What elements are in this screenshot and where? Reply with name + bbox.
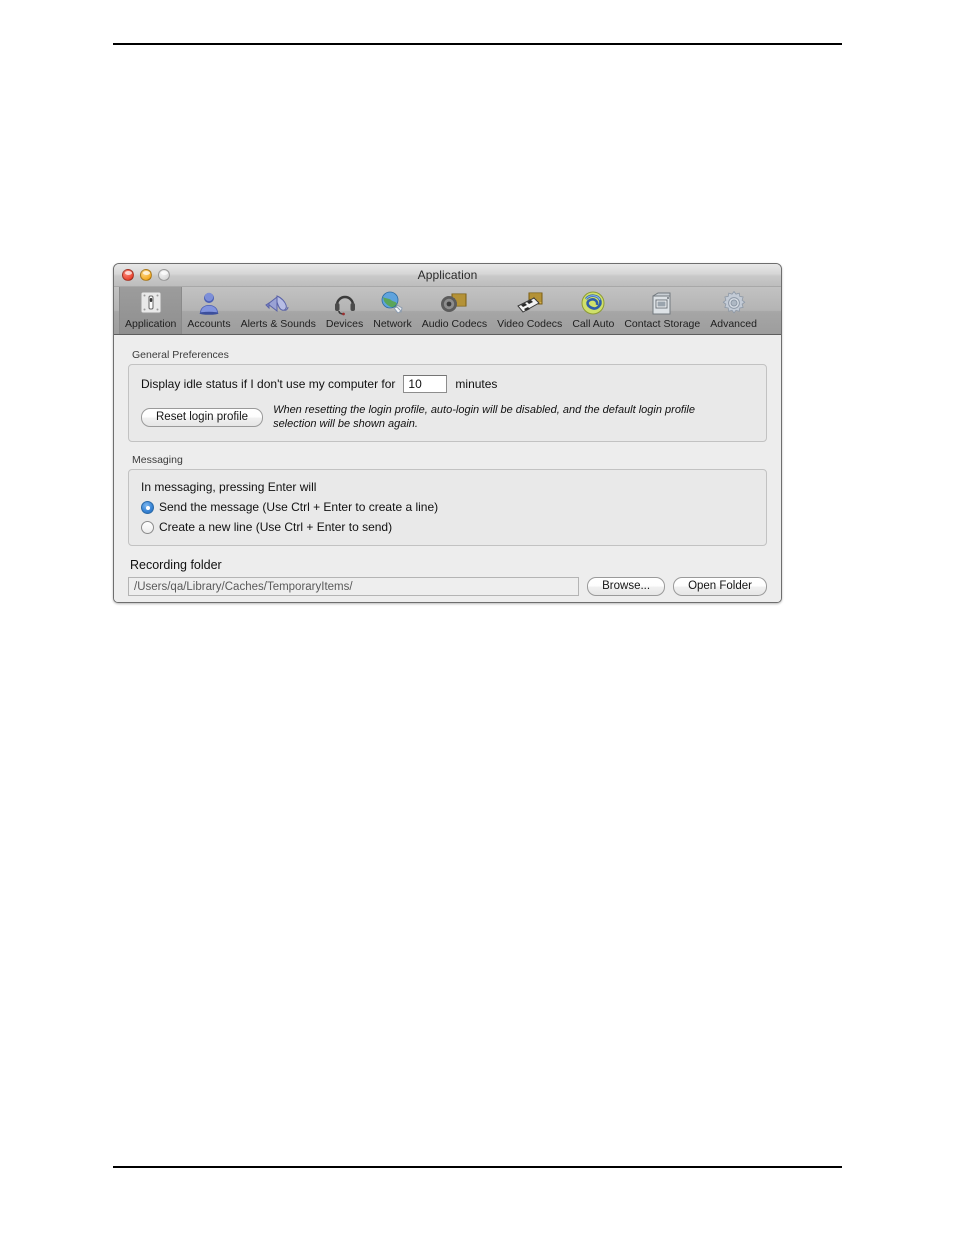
preferences-content: General Preferences Display idle status … [114, 335, 781, 602]
close-traffic-light[interactable] [122, 269, 134, 281]
radio-send-message-label: Send the message (Use Ctrl + Enter to cr… [159, 500, 439, 514]
radio-create-new-line[interactable] [141, 521, 154, 534]
messaging-group: Messaging In messaging, pressing Enter w… [128, 454, 767, 546]
toolbar-label-audio-codecs: Audio Codecs [421, 318, 488, 330]
page-footer-rule [113, 1166, 842, 1168]
toolbar-label-devices: Devices [325, 318, 364, 330]
toolbar-item-alerts-sounds[interactable]: Alerts & Sounds [236, 287, 321, 334]
general-preferences-group: General Preferences Display idle status … [128, 349, 767, 442]
radio-create-new-line-label: Create a new line (Use Ctrl + Enter to s… [159, 520, 393, 534]
messaging-heading: In messaging, pressing Enter will [141, 480, 317, 494]
open-folder-button[interactable]: Open Folder [673, 577, 767, 596]
toolbar-item-devices[interactable]: Devices [321, 287, 368, 334]
video-codecs-film-icon [515, 289, 545, 317]
messaging-option-send[interactable]: Send the message (Use Ctrl + Enter to cr… [141, 500, 754, 515]
toolbar-label-contact-storage: Contact Storage [624, 318, 701, 330]
toolbar-item-audio-codecs[interactable]: Audio Codecs [417, 287, 492, 334]
reset-login-profile-row: Reset login profile When resetting the l… [141, 403, 754, 431]
accounts-person-icon [194, 289, 224, 317]
window-title: Application [417, 268, 478, 282]
advanced-gear-icon [719, 289, 749, 317]
recording-folder-group: Recording folder Browse... Open Folder [128, 558, 767, 596]
messaging-box: In messaging, pressing Enter will Send t… [128, 469, 767, 546]
devices-headset-icon [330, 289, 360, 317]
minimize-traffic-light[interactable] [140, 269, 152, 281]
messaging-caption: Messaging [132, 454, 183, 466]
toolbar-item-application[interactable]: Application [119, 287, 183, 334]
call-auto-swirl-icon [578, 289, 608, 317]
zoom-traffic-light[interactable] [158, 269, 170, 281]
idle-minutes-unit-label: minutes [455, 376, 498, 391]
general-preferences-box: Display idle status if I don't use my co… [128, 364, 767, 442]
general-preferences-caption: General Preferences [132, 349, 229, 361]
reset-login-profile-hint: When resetting the login profile, auto-l… [273, 404, 695, 430]
audio-codecs-speaker-icon [439, 289, 469, 317]
window-controls [122, 269, 170, 281]
preferences-window: Application Application Accounts Alerts … [113, 263, 782, 603]
toolbar-label-application: Application [125, 318, 177, 330]
toolbar-label-alerts-sounds: Alerts & Sounds [240, 318, 316, 330]
recording-folder-path-input[interactable] [128, 577, 580, 596]
toolbar-item-contact-storage[interactable]: Contact Storage [619, 287, 705, 334]
recording-folder-label: Recording folder [130, 558, 222, 572]
toolbar-label-network: Network [373, 318, 412, 330]
window-titlebar[interactable]: Application [114, 264, 781, 287]
toolbar-label-accounts: Accounts [187, 318, 231, 330]
application-icon [136, 289, 166, 317]
preferences-toolbar: Application Accounts Alerts & Sounds Dev… [114, 287, 781, 335]
idle-status-label: Display idle status if I don't use my co… [141, 376, 396, 391]
idle-status-row: Display idle status if I don't use my co… [141, 375, 754, 393]
toolbar-item-network[interactable]: Network [368, 287, 417, 334]
browse-button[interactable]: Browse... [587, 577, 666, 596]
network-globe-icon [377, 289, 407, 317]
contact-storage-server-icon [647, 289, 677, 317]
radio-send-message[interactable] [141, 501, 154, 514]
toolbar-label-video-codecs: Video Codecs [497, 318, 563, 330]
toolbar-item-accounts[interactable]: Accounts [182, 287, 235, 334]
toolbar-item-advanced[interactable]: Advanced [705, 287, 762, 334]
reset-login-profile-button[interactable]: Reset login profile [141, 407, 264, 427]
toolbar-item-video-codecs[interactable]: Video Codecs [492, 287, 567, 334]
idle-minutes-input[interactable] [403, 375, 448, 393]
alerts-megaphone-icon [263, 289, 293, 317]
messaging-option-newline[interactable]: Create a new line (Use Ctrl + Enter to s… [141, 520, 754, 535]
toolbar-label-call-auto: Call Auto [572, 318, 615, 330]
toolbar-item-call-auto[interactable]: Call Auto [567, 287, 619, 334]
toolbar-label-advanced: Advanced [710, 318, 757, 330]
recording-folder-row: Browse... Open Folder [128, 577, 767, 596]
page-header-rule [113, 43, 842, 45]
